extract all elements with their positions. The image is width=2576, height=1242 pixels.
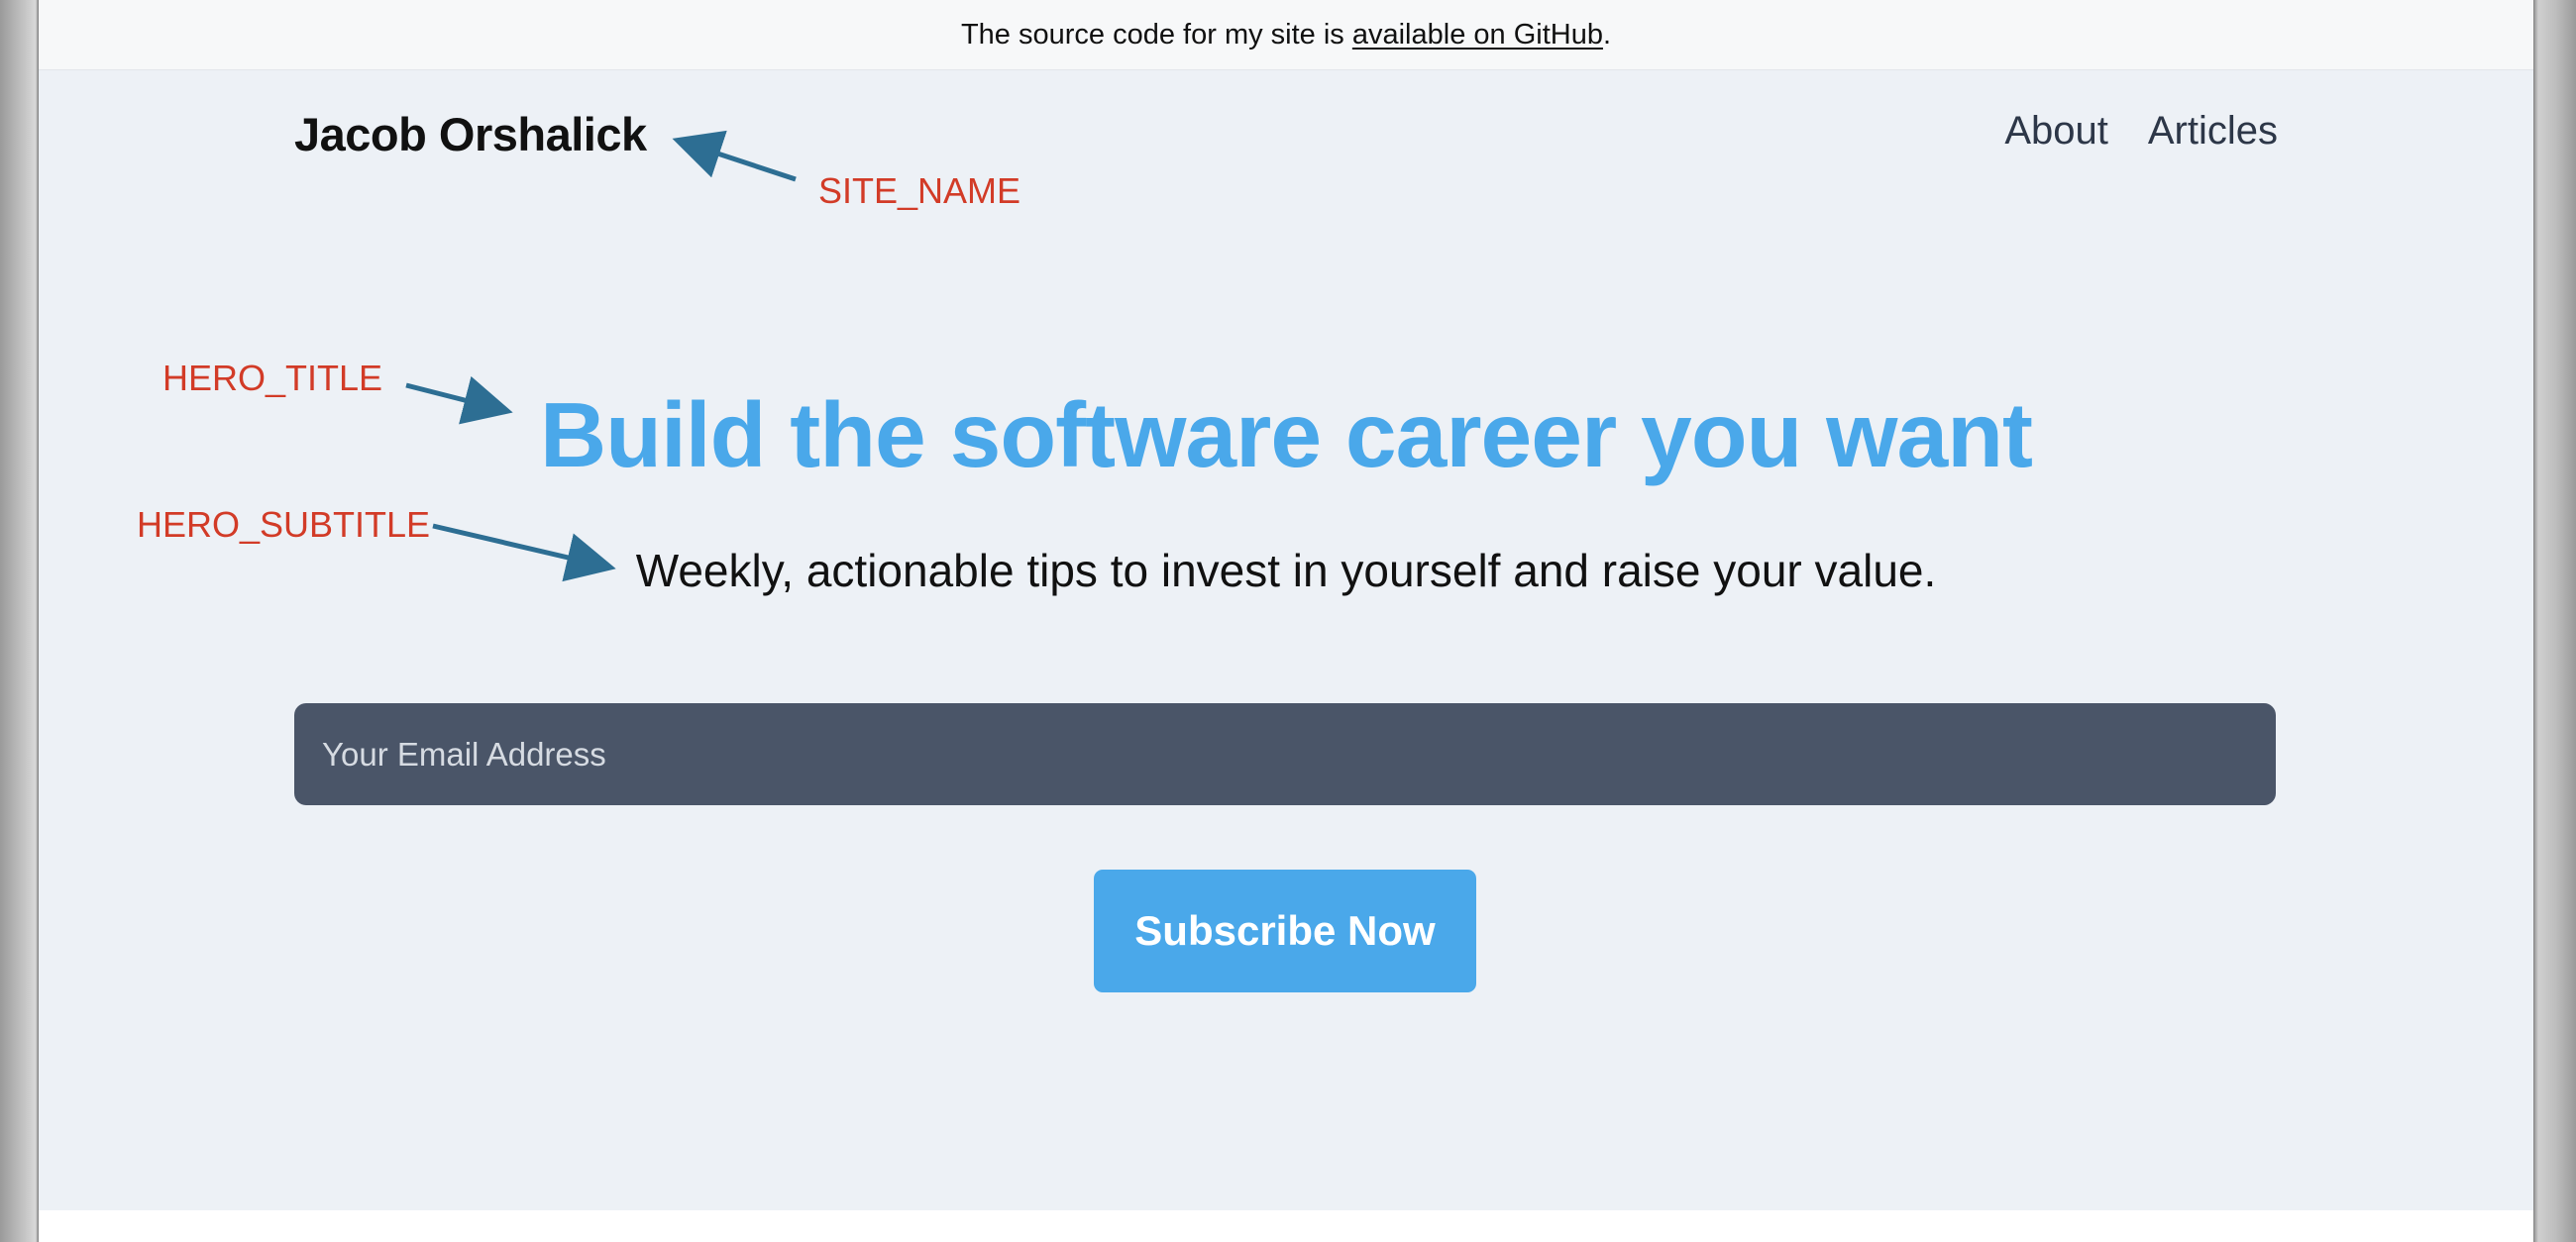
nav-articles-link[interactable]: Articles bbox=[2148, 109, 2278, 154]
banner-text: The source code for my site is bbox=[960, 18, 1344, 51]
subscribe-button[interactable]: Subscribe Now bbox=[1094, 870, 1476, 992]
banner-period: . bbox=[1602, 18, 1612, 51]
source-code-banner: The source code for my site is available… bbox=[39, 0, 2533, 70]
footer-strip bbox=[39, 1210, 2533, 1242]
github-link[interactable]: available on GitHub bbox=[1352, 19, 1603, 52]
page: The source code for my site is available… bbox=[38, 0, 2534, 1242]
hero-subtitle: Weekly, actionable tips to invest in you… bbox=[635, 545, 1937, 596]
annotation-hero-subtitle: HERO_SUBTITLE bbox=[137, 504, 431, 545]
nav-about-link[interactable]: About bbox=[2004, 109, 2108, 154]
hero-title: Build the software career you want bbox=[539, 383, 2033, 486]
main-nav: About Articles bbox=[2004, 109, 2278, 154]
email-input[interactable] bbox=[294, 703, 2276, 805]
annotation-hero-title: HERO_TITLE bbox=[162, 358, 383, 398]
site-name[interactable]: Jacob Orshalick bbox=[294, 107, 647, 161]
annotation-site-name: SITE_NAME bbox=[818, 170, 1021, 211]
